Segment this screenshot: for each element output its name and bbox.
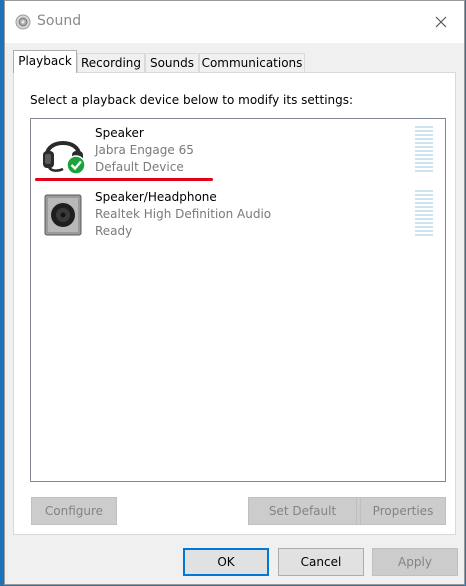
title-bar[interactable]: Sound bbox=[5, 1, 464, 43]
volume-level-meter bbox=[415, 190, 433, 236]
window-title: Sound bbox=[37, 13, 82, 29]
speaker-app-icon bbox=[15, 14, 31, 30]
sound-dialog: Sound Playback Recording Sounds Communic… bbox=[4, 0, 465, 585]
instruction-text: Select a playback device below to modify… bbox=[30, 93, 354, 107]
annotation-underline bbox=[35, 178, 213, 181]
device-status: Default Device bbox=[95, 160, 184, 174]
volume-level-meter bbox=[415, 126, 433, 172]
device-item-speaker-jabra[interactable]: Speaker Jabra Engage 65 Default Device bbox=[31, 119, 445, 183]
device-description: Realtek High Definition Audio bbox=[95, 207, 272, 221]
apply-button[interactable]: Apply bbox=[372, 548, 458, 576]
device-description: Jabra Engage 65 bbox=[95, 143, 194, 157]
ok-button[interactable]: OK bbox=[183, 548, 269, 576]
tab-sounds[interactable]: Sounds bbox=[145, 53, 199, 72]
close-icon bbox=[435, 16, 447, 28]
device-list[interactable]: Speaker Jabra Engage 65 Default Device S… bbox=[30, 118, 446, 482]
tab-playback[interactable]: Playback bbox=[13, 50, 77, 73]
close-button[interactable] bbox=[418, 1, 464, 43]
device-name: Speaker/Headphone bbox=[95, 190, 217, 204]
configure-button[interactable]: Configure bbox=[31, 497, 117, 525]
device-item-speaker-realtek[interactable]: Speaker/Headphone Realtek High Definitio… bbox=[31, 183, 445, 247]
set-default-button[interactable]: Set Default bbox=[248, 497, 357, 525]
device-name: Speaker bbox=[95, 126, 144, 140]
properties-button[interactable]: Properties bbox=[360, 497, 446, 525]
device-status: Ready bbox=[95, 224, 133, 238]
speaker-icon bbox=[44, 194, 82, 236]
playback-panel: Select a playback device below to modify… bbox=[13, 72, 456, 535]
headset-icon bbox=[43, 141, 86, 175]
cancel-button[interactable]: Cancel bbox=[278, 548, 364, 576]
tab-recording[interactable]: Recording bbox=[77, 53, 145, 72]
tab-communications[interactable]: Communications bbox=[199, 53, 305, 72]
